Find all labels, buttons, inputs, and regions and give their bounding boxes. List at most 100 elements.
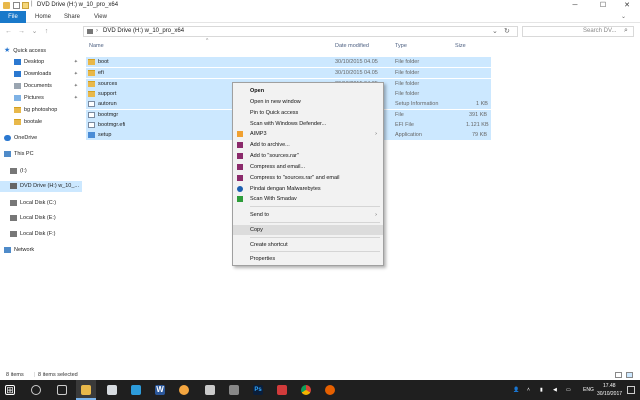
details-view-icon[interactable] bbox=[615, 372, 622, 378]
recent-dropdown-icon[interactable]: ⌄ bbox=[30, 27, 39, 36]
large-icons-view-icon[interactable] bbox=[626, 372, 633, 378]
maximize-button[interactable]: ☐ bbox=[590, 0, 616, 11]
context-menu: Open Open in new window Pin to Quick acc… bbox=[232, 82, 384, 266]
minimize-button[interactable]: ─ bbox=[562, 0, 588, 11]
forward-arrow-icon[interactable]: → bbox=[17, 27, 26, 36]
sidebar-item-drive-i[interactable]: (I:) bbox=[10, 166, 82, 177]
sidebar-item-local-disk-f[interactable]: Local Disk (F:) bbox=[10, 229, 82, 240]
taskbar-app-paint[interactable] bbox=[174, 380, 194, 400]
clock-time[interactable]: 17.48 bbox=[603, 383, 616, 389]
sidebar-item-documents[interactable]: Documents ✦ bbox=[14, 81, 82, 92]
taskbar-app[interactable] bbox=[272, 380, 292, 400]
desktop-icon bbox=[14, 58, 21, 65]
chevron-up-icon[interactable]: ˄ bbox=[527, 387, 530, 393]
file-explorer-icon bbox=[81, 385, 91, 395]
start-button[interactable]: ⊞ bbox=[0, 380, 20, 400]
table-row[interactable]: efi 30/10/2015 04.05 File folder bbox=[86, 68, 491, 78]
menu-item-pin-quick-access[interactable]: Pin to Quick access bbox=[233, 108, 383, 118]
app-icon bbox=[229, 385, 239, 395]
taskbar-app-photoshop[interactable]: Ps bbox=[248, 380, 268, 400]
menu-item-create-shortcut[interactable]: Create shortcut bbox=[233, 240, 383, 250]
tab-home[interactable]: Home bbox=[35, 11, 51, 23]
sidebar-item-label: (I:) bbox=[20, 168, 27, 174]
menu-item-scan-defender[interactable]: Scan with Windows Defender... bbox=[233, 119, 383, 129]
column-header-date[interactable]: Date modified bbox=[335, 41, 369, 51]
table-row[interactable]: boot 30/10/2015 04.05 File folder bbox=[86, 57, 491, 67]
menu-item-compress-sources-email[interactable]: Compress to "sources.rar" and email bbox=[233, 173, 383, 183]
back-arrow-icon[interactable]: ← bbox=[4, 27, 13, 36]
menu-item-aimp3[interactable]: AIMP3 › bbox=[233, 129, 383, 139]
menu-item-malwarebytes[interactable]: Pindai dengan Malwarebytes bbox=[233, 184, 383, 194]
sidebar-item-this-pc[interactable]: This PC bbox=[4, 149, 84, 160]
search-input[interactable]: Search DV... ⌕ bbox=[522, 26, 634, 37]
taskbar-app[interactable] bbox=[200, 380, 220, 400]
menu-item-add-sources-rar[interactable]: Add to "sources.rar" bbox=[233, 151, 383, 161]
taskbar-app[interactable] bbox=[126, 380, 146, 400]
people-icon[interactable]: 👤 bbox=[513, 387, 519, 393]
pin-icon: ✦ bbox=[73, 59, 78, 65]
window-title: DVD Drive (H:) w_10_pro_x64 bbox=[37, 2, 119, 8]
sidebar-item-local-disk-c[interactable]: Local Disk (C:) bbox=[10, 198, 82, 209]
chevron-down-icon[interactable]: ⌄ bbox=[621, 13, 626, 20]
taskbar-app-chrome[interactable] bbox=[296, 380, 316, 400]
sidebar-item-network[interactable]: Network bbox=[4, 245, 84, 256]
file-tab[interactable]: File bbox=[0, 11, 26, 23]
menu-item-copy[interactable]: Copy bbox=[233, 225, 383, 235]
sidebar-item-downloads[interactable]: Downloads ✦ bbox=[14, 69, 82, 80]
app-icon bbox=[277, 385, 287, 395]
search-icon: ⌕ bbox=[624, 27, 628, 34]
column-header-name[interactable]: Name bbox=[89, 41, 104, 51]
sidebar-item-desktop[interactable]: Desktop ✦ bbox=[14, 57, 82, 68]
new-folder-icon[interactable] bbox=[22, 2, 29, 9]
sidebar-item-bg-photoshop[interactable]: bg photoshop bbox=[14, 105, 82, 116]
dvd-drive-icon bbox=[10, 182, 17, 189]
sidebar-item-onedrive[interactable]: OneDrive bbox=[4, 133, 84, 144]
sidebar-item-bootale[interactable]: bootale bbox=[14, 117, 82, 128]
taskbar-app-word[interactable]: W bbox=[150, 380, 170, 400]
menu-item-smadav[interactable]: Scan With Smadav bbox=[233, 194, 383, 204]
file-type: EFI File bbox=[395, 122, 414, 128]
pin-icon: ✦ bbox=[73, 71, 78, 77]
clock-date[interactable]: 30/10/2017 bbox=[597, 391, 622, 397]
address-bar[interactable]: › DVD Drive (H:) w_10_pro_x64 ⌄ ↻ bbox=[83, 26, 518, 37]
star-icon: ★ bbox=[4, 47, 11, 54]
speaker-icon[interactable]: ◀ bbox=[553, 387, 557, 393]
up-arrow-icon[interactable]: ↑ bbox=[42, 27, 51, 36]
tab-view[interactable]: View bbox=[94, 11, 107, 23]
address-dropdown-icon[interactable]: ⌄ bbox=[492, 27, 498, 35]
file-name: bootmgr.efi bbox=[98, 122, 126, 128]
task-view-button[interactable] bbox=[52, 380, 72, 400]
pictures-icon bbox=[14, 94, 21, 101]
sidebar-item-label: bg photoshop bbox=[24, 107, 58, 113]
menu-item-properties[interactable]: Properties bbox=[233, 254, 383, 264]
taskbar-app-file-explorer[interactable] bbox=[76, 380, 96, 400]
winrar-icon bbox=[237, 175, 243, 181]
menu-item-open-new-window[interactable]: Open in new window bbox=[233, 97, 383, 107]
sidebar-item-local-disk-e[interactable]: Local Disk (E:) bbox=[10, 213, 82, 224]
language-indicator[interactable]: ENG bbox=[583, 387, 594, 393]
refresh-icon[interactable]: ↻ bbox=[504, 27, 510, 35]
sidebar-item-dvd-drive[interactable]: DVD Drive (H:) w_10_... bbox=[0, 181, 82, 192]
breadcrumb[interactable]: DVD Drive (H:) w_10_pro_x64 bbox=[103, 28, 184, 34]
sidebar-item-quick-access[interactable]: ★ Quick access bbox=[4, 45, 84, 56]
menu-item-open[interactable]: Open bbox=[233, 86, 383, 96]
sidebar-item-label: Local Disk (F:) bbox=[20, 231, 56, 237]
menu-item-send-to[interactable]: Send to › bbox=[233, 210, 383, 220]
taskbar-app[interactable] bbox=[224, 380, 244, 400]
taskbar-app-firefox[interactable] bbox=[320, 380, 340, 400]
menu-item-add-archive[interactable]: Add to archive... bbox=[233, 140, 383, 150]
battery-icon[interactable]: ▭ bbox=[566, 387, 571, 393]
search-button[interactable] bbox=[26, 380, 46, 400]
file-name: setup bbox=[98, 132, 112, 138]
tab-share[interactable]: Share bbox=[64, 11, 80, 23]
network-icon[interactable]: ▮ bbox=[540, 387, 543, 393]
properties-icon[interactable] bbox=[13, 2, 20, 9]
notification-icon[interactable] bbox=[627, 386, 635, 394]
sidebar-item-pictures[interactable]: Pictures ✦ bbox=[14, 93, 82, 104]
file-icon bbox=[88, 100, 95, 107]
taskbar-app[interactable] bbox=[102, 380, 122, 400]
column-header-type[interactable]: Type bbox=[395, 41, 407, 51]
column-header-size[interactable]: Size bbox=[455, 41, 466, 51]
menu-item-compress-email[interactable]: Compress and email... bbox=[233, 162, 383, 172]
close-button[interactable]: ✕ bbox=[614, 0, 640, 11]
